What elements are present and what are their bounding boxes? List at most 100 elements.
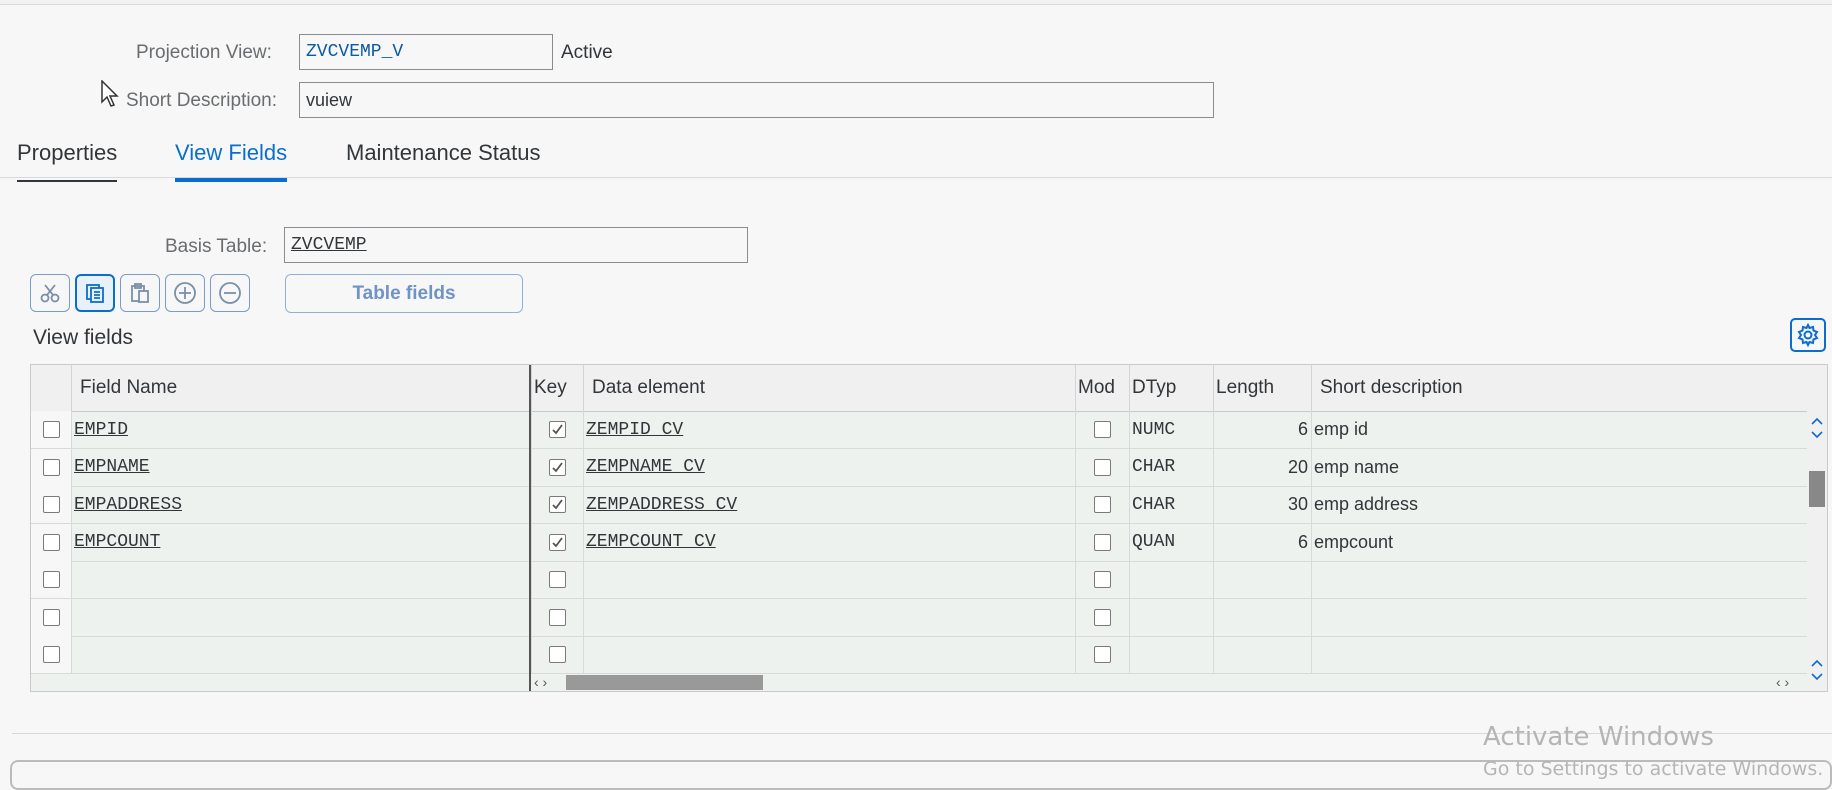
key-checkbox[interactable] (549, 533, 566, 551)
mod-checkbox[interactable] (1094, 533, 1111, 551)
copy-button[interactable] (75, 274, 115, 312)
cut-button[interactable] (30, 274, 70, 312)
data-element-cell[interactable]: ZEMPNAME_CV (583, 448, 1075, 486)
table-row[interactable] (31, 636, 1827, 674)
insert-row-icon (174, 282, 196, 304)
data-element-cell[interactable] (583, 561, 1075, 598)
row-select-cell[interactable] (31, 448, 71, 486)
table-fields-button[interactable]: Table fields (285, 274, 523, 313)
key-checkbox[interactable] (549, 421, 566, 438)
row-select-checkbox[interactable] (42, 496, 60, 513)
table-row[interactable] (31, 598, 1827, 637)
copy-icon (86, 284, 104, 303)
short-description-cell[interactable] (1311, 598, 1807, 636)
field-name-cell[interactable] (71, 561, 529, 598)
short-description-cell[interactable] (1311, 561, 1807, 598)
tab-properties[interactable]: Properties (17, 140, 118, 182)
table-row[interactable]: EMPNAME ZEMPNAME_CV CHAR 20 emp name (31, 448, 1827, 487)
short-description-field[interactable]: vuiew (299, 82, 1214, 118)
key-checkbox[interactable] (549, 458, 566, 476)
paste-button[interactable] (120, 274, 160, 312)
length-cell (1213, 561, 1311, 598)
field-name-cell[interactable]: EMPNAME (71, 448, 529, 486)
vertical-scrollbar[interactable] (1807, 411, 1827, 691)
key-checkbox[interactable] (549, 496, 566, 513)
row-select-cell[interactable] (31, 636, 71, 673)
mod-cell[interactable] (1075, 411, 1129, 448)
field-name-cell[interactable]: EMPADDRESS (71, 486, 529, 523)
column-header-key[interactable]: Key (531, 365, 583, 411)
data-element-cell[interactable] (583, 598, 1075, 636)
horizontal-scroll-arrows-icon[interactable]: ‹ › (1776, 674, 1789, 690)
mod-checkbox[interactable] (1094, 421, 1111, 438)
key-cell[interactable] (531, 523, 583, 561)
row-select-cell[interactable] (31, 411, 71, 448)
vertical-scroll-thumb[interactable] (1809, 471, 1825, 507)
column-header-length[interactable]: Length (1213, 365, 1311, 411)
row-select-checkbox[interactable] (42, 571, 60, 588)
table-row[interactable] (31, 561, 1827, 599)
mod-checkbox[interactable] (1094, 571, 1111, 588)
table-settings-button[interactable] (1790, 318, 1826, 352)
field-name-cell[interactable]: EMPCOUNT (71, 523, 529, 561)
paste-icon (131, 283, 149, 303)
key-checkbox[interactable] (549, 571, 566, 588)
projection-view-field[interactable]: ZVCVEMP_V (299, 34, 553, 70)
column-header-short-description[interactable]: Short description (1311, 365, 1807, 411)
column-header-field-name[interactable]: Field Name (71, 365, 529, 411)
row-select-cell[interactable] (31, 523, 71, 561)
mod-checkbox[interactable] (1094, 496, 1111, 513)
row-select-cell[interactable] (31, 598, 71, 636)
mod-checkbox[interactable] (1094, 646, 1111, 663)
short-description-cell[interactable]: emp address (1311, 486, 1807, 523)
row-select-checkbox[interactable] (42, 533, 60, 551)
key-cell[interactable] (531, 411, 583, 448)
basis-table-field[interactable]: ZVCVEMP (284, 227, 748, 263)
mod-cell[interactable] (1075, 448, 1129, 486)
row-select-cell[interactable] (31, 561, 71, 598)
horizontal-scroll-thumb[interactable] (566, 675, 763, 690)
field-name-cell[interactable] (71, 636, 529, 673)
row-select-checkbox[interactable] (42, 458, 60, 476)
key-cell[interactable] (531, 561, 583, 598)
mod-cell[interactable] (1075, 486, 1129, 523)
column-header-data-element[interactable]: Data element (583, 365, 1075, 411)
insert-row-button[interactable] (165, 274, 205, 312)
short-description-cell[interactable]: emp id (1311, 411, 1807, 448)
data-element-cell[interactable]: ZEMPADDRESS_CV (583, 486, 1075, 523)
column-header-dtyp[interactable]: DTyp (1129, 365, 1213, 411)
mod-checkbox[interactable] (1094, 458, 1111, 476)
tab-maintenance-status[interactable]: Maintenance Status (346, 140, 540, 176)
tab-maintenance-status-label: Maintenance Status (346, 140, 541, 165)
key-cell[interactable] (531, 486, 583, 523)
table-row[interactable]: EMPADDRESS ZEMPADDRESS_CV CHAR 30 emp addres… (31, 486, 1827, 524)
short-description-cell[interactable]: emp name (1311, 448, 1807, 486)
row-select-checkbox[interactable] (42, 646, 60, 663)
delete-row-button[interactable] (210, 274, 250, 312)
mod-checkbox[interactable] (1094, 608, 1111, 626)
key-cell[interactable] (531, 636, 583, 673)
field-name-cell[interactable] (71, 598, 529, 636)
mod-cell[interactable] (1075, 561, 1129, 598)
table-row[interactable]: EMPID ZEMPID_CV NUMC 6 emp id (31, 411, 1827, 449)
key-cell[interactable] (531, 598, 583, 636)
key-cell[interactable] (531, 448, 583, 486)
field-name-cell[interactable]: EMPID (71, 411, 529, 448)
data-element-cell[interactable]: ZEMPCOUNT_CV (583, 523, 1075, 561)
mod-cell[interactable] (1075, 523, 1129, 561)
short-description-cell[interactable] (1311, 636, 1807, 673)
mod-cell[interactable] (1075, 636, 1129, 673)
row-select-checkbox[interactable] (42, 421, 60, 438)
row-select-checkbox[interactable] (42, 608, 60, 626)
short-description-cell[interactable]: empcount (1311, 523, 1807, 561)
data-element-cell[interactable]: ZEMPID_CV (583, 411, 1075, 448)
key-checkbox[interactable] (549, 608, 566, 626)
fixed-scroll-arrows-icon[interactable]: ‹ › (534, 674, 547, 690)
data-element-cell[interactable] (583, 636, 1075, 673)
table-row[interactable]: EMPCOUNT ZEMPCOUNT_CV QUAN 6 empcount (31, 523, 1827, 562)
key-checkbox[interactable] (549, 646, 566, 663)
row-select-cell[interactable] (31, 486, 71, 523)
tab-view-fields[interactable]: View Fields (175, 140, 288, 182)
column-header-mod[interactable]: Mod (1075, 365, 1129, 411)
mod-cell[interactable] (1075, 598, 1129, 636)
